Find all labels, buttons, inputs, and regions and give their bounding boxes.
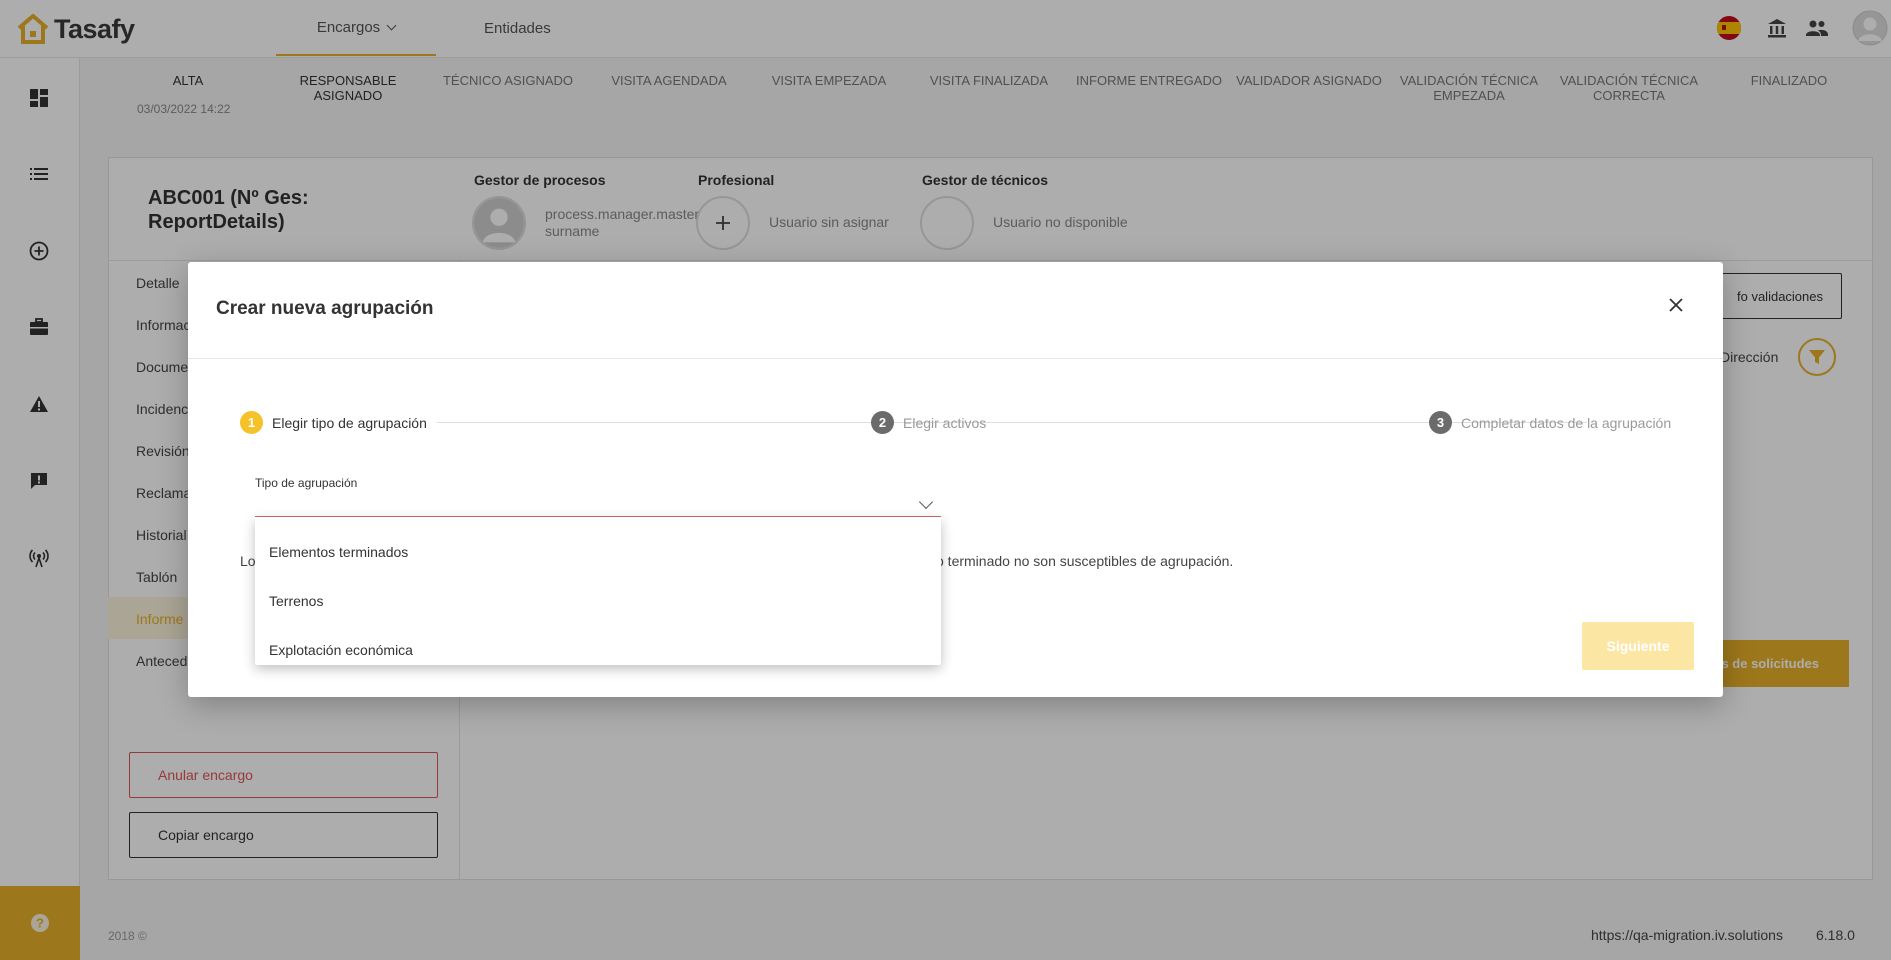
group-type-label: Tipo de agrupación — [255, 476, 358, 490]
stepper-step-1[interactable]: 1 Elegir tipo de agrupación — [240, 411, 427, 434]
stepper-step-2[interactable]: 2 Elegir activos — [871, 411, 986, 434]
option-terrenos[interactable]: Terrenos — [269, 593, 323, 609]
stepper-step-3[interactable]: 3 Completar datos de la agrupación — [1429, 411, 1671, 434]
step-number: 3 — [1429, 411, 1452, 434]
step-label: Elegir activos — [903, 414, 987, 431]
close-icon — [1669, 298, 1683, 312]
step-number: 1 — [240, 411, 263, 434]
group-type-dropdown: Elementos terminados Terrenos Explotació… — [255, 517, 941, 665]
info-note-start: Lo — [240, 553, 256, 569]
next-button[interactable]: Siguiente — [1582, 622, 1694, 670]
info-note-end: o terminado no son susceptibles de agrup… — [936, 553, 1234, 569]
step-label: Elegir tipo de agrupación — [272, 414, 427, 431]
option-elementos-terminados[interactable]: Elementos terminados — [269, 544, 408, 560]
step-label: Completar datos de la agrupación — [1461, 414, 1672, 431]
step-number: 2 — [871, 411, 894, 434]
modal-title: Crear nueva agrupación — [216, 298, 434, 319]
close-button[interactable] — [1663, 292, 1689, 318]
option-explotacion-economica[interactable]: Explotación económica — [269, 642, 413, 658]
modal-divider — [188, 358, 1723, 359]
chevron-down-icon[interactable] — [918, 494, 934, 510]
